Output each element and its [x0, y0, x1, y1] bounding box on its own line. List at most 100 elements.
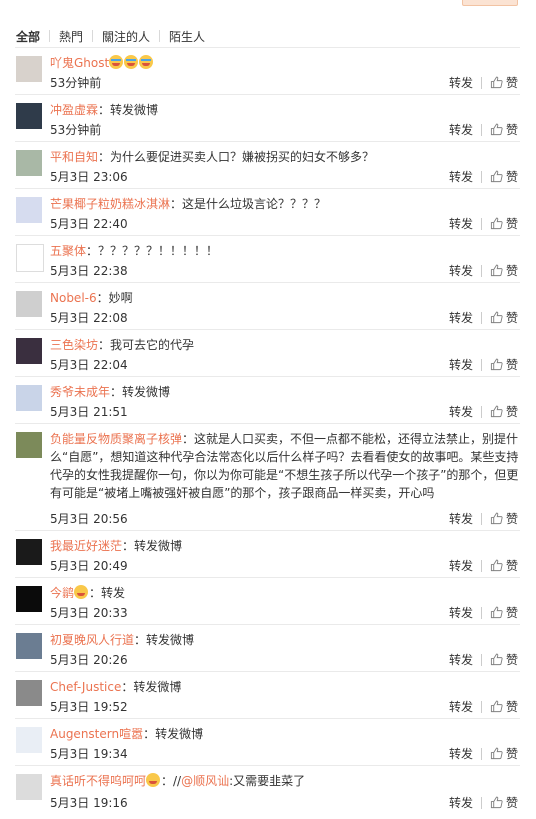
avatar[interactable] [16, 385, 42, 411]
like-button[interactable]: 赞 [490, 121, 518, 138]
forward-button[interactable]: 转发 [449, 309, 473, 326]
comment-content: 今鹟 ：转发 [50, 584, 520, 602]
username-link[interactable]: 秀爷未成年 [50, 385, 110, 399]
like-button[interactable]: 赞 [490, 698, 518, 715]
comment-item: Augenstern喧嚣：转发微博 5月3日 19:34 转发 赞 [15, 718, 520, 765]
forward-button[interactable]: 转发 [449, 604, 473, 621]
tab-strangers[interactable]: 陌生人 [169, 28, 205, 45]
username-link[interactable]: Nobel-6 [50, 291, 97, 305]
like-button[interactable]: 赞 [490, 309, 518, 326]
comment-item: 冲盈虚霖：转发微博 53分钟前 转发 赞 [15, 94, 520, 141]
avatar[interactable] [16, 432, 42, 458]
forward-button[interactable]: 转发 [449, 74, 473, 91]
like-label: 赞 [505, 311, 518, 325]
avatar[interactable] [16, 56, 42, 82]
action-divider [480, 606, 482, 619]
like-button[interactable]: 赞 [490, 262, 518, 279]
like-label: 赞 [505, 512, 518, 526]
username-link[interactable]: 芒果椰子粒奶糕冰淇淋 [50, 197, 170, 211]
comment-text: 转发微博 [110, 103, 159, 117]
top-orange-button[interactable] [462, 0, 518, 6]
comment-actions: 转发 赞 [449, 215, 518, 232]
timestamp: 5月3日 20:26 [50, 653, 128, 667]
comment-actions: 转发 赞 [449, 698, 518, 715]
like-button[interactable]: 赞 [490, 356, 518, 373]
forward-button[interactable]: 转发 [449, 121, 473, 138]
username-link[interactable]: Chef-Justice [50, 680, 121, 694]
action-divider [480, 405, 482, 418]
username-link[interactable]: 平和自知 [50, 150, 98, 164]
forward-button[interactable]: 转发 [449, 651, 473, 668]
tab-all[interactable]: 全部 [16, 28, 40, 45]
username-link[interactable]: 吖鬼Ghost [50, 56, 109, 70]
forward-button[interactable]: 转发 [449, 215, 473, 232]
avatar[interactable] [16, 338, 42, 364]
avatar[interactable] [16, 150, 42, 176]
like-button[interactable]: 赞 [490, 604, 518, 621]
mention-link[interactable]: @顺风讪 [181, 774, 229, 788]
like-button[interactable]: 赞 [490, 794, 518, 811]
username-link[interactable]: 今鹟 [50, 586, 74, 600]
avatar[interactable] [16, 586, 42, 612]
comment-item: 平和自知：为什么要促进买卖人口？嫌被拐买的妇女不够多？ 5月3日 23:06 转发 赞 [15, 141, 520, 188]
forward-button[interactable]: 转发 [449, 557, 473, 574]
like-label: 赞 [505, 747, 518, 761]
comment-content: 冲盈虚霖：转发微博 [50, 101, 520, 119]
username-link[interactable]: 冲盈虚霖 [50, 103, 98, 117]
forward-button[interactable]: 转发 [449, 698, 473, 715]
username-link[interactable]: 我最近好迷茫 [50, 539, 122, 553]
avatar[interactable] [16, 244, 44, 272]
comment-text: 为什么要促进买卖人口？嫌被拐买的妇女不够多？ [110, 150, 375, 164]
like-button[interactable]: 赞 [490, 745, 518, 762]
comment-item: 我最近好迷茫：转发微博 5月3日 20:49 转发 赞 [15, 530, 520, 577]
thumbs-up-icon [490, 747, 503, 760]
timestamp: 5月3日 19:16 [50, 796, 128, 810]
forward-button[interactable]: 转发 [449, 356, 473, 373]
username-link[interactable]: 五聚体 [50, 244, 86, 258]
comment-content: 三色染坊：我可去它的代孕 [50, 336, 520, 354]
tab-following[interactable]: 關注的人 [102, 28, 150, 45]
comment-item: 初夏晚风人行道：转发微博 5月3日 20:26 转发 赞 [15, 624, 520, 671]
like-button[interactable]: 赞 [490, 651, 518, 668]
username-link[interactable]: 真话听不得呜呵呵 [50, 774, 146, 788]
like-button[interactable]: 赞 [490, 74, 518, 91]
avatar[interactable] [16, 291, 42, 317]
forward-button[interactable]: 转发 [449, 262, 473, 279]
timestamp: 5月3日 22:40 [50, 217, 128, 231]
comment-item: 五聚体：？？？？？！！！！！ 5月3日 22:38 转发 赞 [15, 235, 520, 282]
like-button[interactable]: 赞 [490, 510, 518, 527]
forward-button[interactable]: 转发 [449, 794, 473, 811]
tab-divider [92, 30, 94, 42]
forward-button[interactable]: 转发 [449, 745, 473, 762]
like-button[interactable]: 赞 [490, 557, 518, 574]
username-link[interactable]: 初夏晚风人行道 [50, 633, 134, 647]
comment-actions: 转发 赞 [449, 262, 518, 279]
like-button[interactable]: 赞 [490, 215, 518, 232]
like-label: 赞 [505, 358, 518, 372]
tab-hot[interactable]: 熱門 [59, 28, 83, 45]
like-button[interactable]: 赞 [490, 168, 518, 185]
username-link[interactable]: 负能量反物质聚离子核弹 [50, 432, 182, 446]
username-link[interactable]: 三色染坊 [50, 338, 98, 352]
tab-divider [159, 30, 161, 42]
like-button[interactable]: 赞 [490, 403, 518, 420]
forward-button[interactable]: 转发 [449, 510, 473, 527]
comment-actions: 转发 赞 [449, 74, 518, 91]
like-label: 赞 [505, 559, 518, 573]
avatar[interactable] [16, 680, 42, 706]
avatar[interactable] [16, 197, 42, 223]
timestamp: 5月3日 20:49 [50, 559, 128, 573]
avatar[interactable] [16, 633, 42, 659]
avatar[interactable] [16, 539, 42, 565]
timestamp: 53分钟前 [50, 76, 102, 90]
separator: ： [122, 539, 135, 553]
avatar[interactable] [16, 727, 42, 753]
forward-button[interactable]: 转发 [449, 168, 473, 185]
avatar[interactable] [16, 774, 42, 800]
avatar[interactable] [16, 103, 42, 129]
comment-content: 五聚体：？？？？？！！！！！ [50, 242, 520, 260]
forward-button[interactable]: 转发 [449, 403, 473, 420]
action-divider [480, 747, 482, 760]
thumbs-up-icon [490, 170, 503, 183]
username-link[interactable]: Augenstern喧嚣 [50, 727, 143, 741]
